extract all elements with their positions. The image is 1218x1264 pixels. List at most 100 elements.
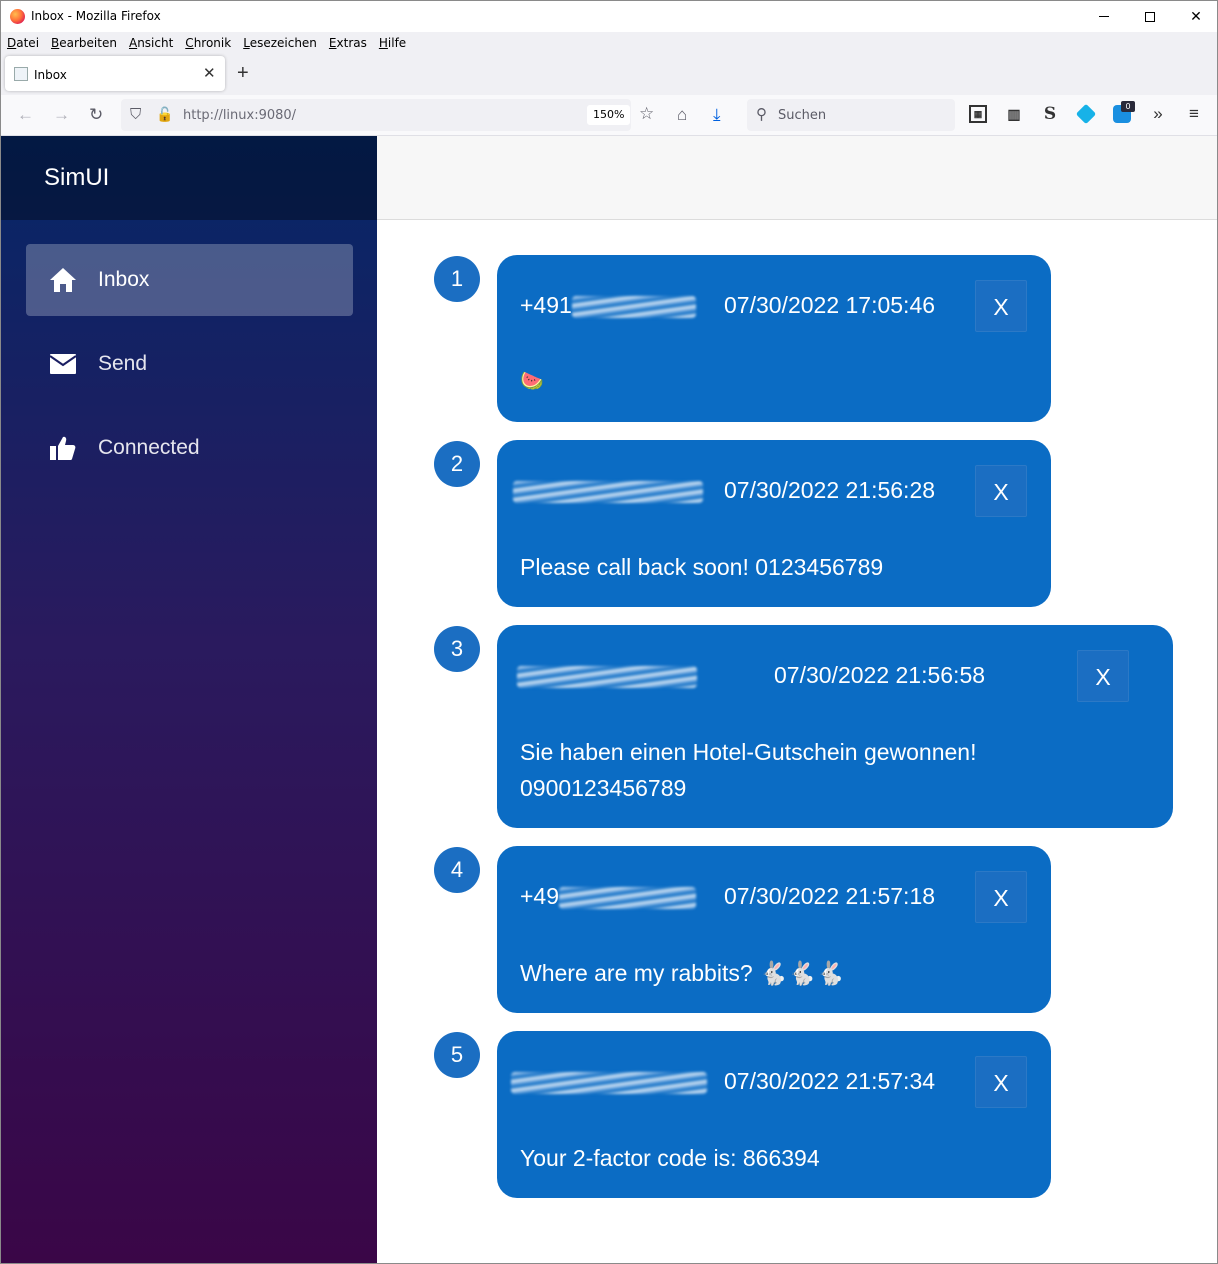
menu-accel: C [185, 35, 194, 50]
menu-accel: D [7, 35, 17, 50]
url-text[interactable]: http://linux:9080/ [183, 108, 296, 123]
maximize-icon [1145, 11, 1155, 22]
redacted-sender [571, 295, 696, 318]
forward-arrow-icon[interactable]: → [53, 105, 70, 125]
bookmark-star-icon[interactable]: ☆ [639, 104, 654, 124]
menu-bar: Datei Bearbeiten Ansicht Chronik Lesezei… [1, 32, 1217, 53]
message-number-badge: 3 [434, 626, 480, 672]
message-card: 07/30/2022 21:56:28 X Please call back s… [497, 440, 1051, 607]
zoom-level-badge[interactable]: 150% [587, 105, 631, 125]
top-row [377, 136, 1217, 220]
url-bar[interactable]: ⛉ 🔓 http://linux:9080/ 150% ☆ [121, 99, 654, 131]
message-date: 07/30/2022 17:05:46 [724, 292, 936, 318]
message-card: 07/30/2022 21:57:34 X Your 2-factor code… [497, 1031, 1051, 1198]
menu-accel: H [378, 35, 388, 50]
message-text: 🍉 [520, 371, 544, 392]
search-bar[interactable]: ⚲ Suchen [747, 99, 955, 131]
tracking-shield-icon[interactable]: ⛉ [130, 106, 141, 123]
brand-bar: SimUI [1, 136, 377, 220]
envelope-icon [49, 354, 77, 374]
home-icon [50, 268, 76, 292]
close-window-button[interactable]: ✕ [1173, 1, 1217, 32]
maximize-button[interactable] [1127, 1, 1173, 32]
sidebar-item-send[interactable]: Send [26, 328, 353, 400]
delete-message-button[interactable]: X [1077, 650, 1129, 702]
search-placeholder: Suchen [778, 108, 827, 123]
sidebar-item-label: Inbox [98, 268, 150, 291]
hamburger-menu-icon[interactable]: ≡ [1185, 105, 1203, 123]
message-date: 07/30/2022 21:57:18 [724, 883, 936, 909]
extension-qr-icon[interactable]: ▦ [969, 105, 987, 123]
navigation-toolbar: ← → ↻ ⛉ 🔓 http://linux:9080/ 150% ☆ ⌂ ⤓ … [1, 95, 1217, 136]
back-arrow-icon[interactable]: ← [17, 105, 34, 125]
message-date: 07/30/2022 21:56:28 [724, 477, 936, 503]
message-card: +491 07/30/2022 17:05:46 X 🍉 [497, 255, 1051, 422]
menu-datei[interactable]: Datei [7, 36, 39, 50]
tab-label: Inbox [34, 68, 67, 82]
menu-ansicht[interactable]: Ansicht [129, 36, 173, 50]
message-text: Please call back soon! 0123456789 [520, 554, 884, 580]
sender-prefix: +491 [520, 292, 572, 318]
sidebar-item-inbox[interactable]: Inbox [26, 244, 353, 316]
message-text: 0900123456789 [520, 775, 687, 801]
menu-label: earbeiten [59, 35, 117, 50]
window-title: Inbox - Mozilla Firefox [31, 9, 161, 23]
menu-lesezeichen[interactable]: Lesezeichen [243, 36, 317, 50]
extension-s-icon[interactable]: S [1041, 105, 1059, 123]
message-sender: +491 [520, 292, 696, 319]
search-icon: ⚲ [756, 106, 767, 123]
delete-message-button[interactable]: X [975, 1056, 1027, 1108]
extension-cube-icon[interactable] [1075, 103, 1097, 125]
delete-message-button[interactable]: X [975, 280, 1027, 332]
menu-chronik[interactable]: Chronik [185, 36, 231, 50]
tab-close-icon[interactable]: ✕ [203, 64, 216, 82]
message-text: Your 2-factor code is: 866394 [520, 1145, 820, 1171]
message-date: 07/30/2022 21:57:34 [724, 1068, 936, 1094]
home-icon[interactable]: ⌂ [677, 105, 687, 125]
extension-badge: 0 [1121, 101, 1135, 112]
message-sender: +49 [520, 883, 697, 910]
app-brand[interactable]: SimUI [44, 164, 109, 192]
new-tab-button[interactable]: + [237, 62, 249, 85]
minimize-button[interactable] [1081, 1, 1127, 32]
redacted-sender [517, 665, 697, 688]
sender-prefix: +49 [520, 883, 560, 909]
delete-message-button[interactable]: X [975, 871, 1027, 923]
overflow-chevrons-icon[interactable]: » [1149, 105, 1167, 123]
menu-extras[interactable]: Extras [329, 36, 367, 50]
menu-label: hronik [193, 35, 232, 50]
menu-label: esezeichen [249, 35, 317, 50]
sidebar: SimUI Inbox Send Connected [1, 136, 377, 1263]
menu-label: xtras [336, 35, 367, 50]
browser-window: Inbox - Mozilla Firefox ✕ Datei Bearbeit… [0, 0, 1218, 1264]
firefox-logo-icon [10, 9, 25, 24]
insecure-lock-icon[interactable]: 🔓 [156, 106, 173, 123]
menu-hilfe[interactable]: Hilfe [379, 36, 406, 50]
message-text: Where are my rabbits? 🐇🐇🐇 [520, 960, 845, 986]
sidebar-item-connected[interactable]: Connected [26, 412, 353, 484]
sidebar-toggle-icon[interactable]: ▥ [1005, 105, 1023, 123]
tab-inbox[interactable]: Inbox ✕ [5, 56, 225, 91]
message-number-badge: 4 [434, 847, 480, 893]
menu-bearbeiten[interactable]: Bearbeiten [51, 36, 117, 50]
minimize-icon [1099, 16, 1109, 17]
message-text: Sie haben einen Hotel-Gutschein gewonnen… [520, 739, 977, 765]
tab-bar: Inbox ✕ + [1, 53, 1217, 95]
redacted-sender [511, 1071, 707, 1094]
message-number-badge: 2 [434, 441, 480, 487]
main-content: 1 +491 07/30/2022 17:05:46 X 🍉 2 07/30/2… [377, 136, 1217, 1263]
app-root: SimUI Inbox Send Connected 1 +491 07/30/… [1, 136, 1217, 1263]
close-icon: ✕ [1190, 8, 1202, 25]
message-date: 07/30/2022 21:56:58 [774, 662, 986, 688]
thumbs-up-icon [50, 436, 76, 460]
download-icon[interactable]: ⤓ [713, 105, 721, 125]
message-card: +49 07/30/2022 21:57:18 X Where are my r… [497, 846, 1051, 1013]
page-favicon-icon [14, 67, 28, 81]
message-sender [511, 1068, 707, 1095]
redacted-sender [559, 886, 697, 909]
delete-message-button[interactable]: X [975, 465, 1027, 517]
message-number-badge: 1 [434, 256, 480, 302]
reload-icon[interactable]: ↻ [89, 105, 103, 125]
title-bar: Inbox - Mozilla Firefox ✕ [1, 1, 1217, 32]
menu-label: ilfe [387, 35, 407, 50]
